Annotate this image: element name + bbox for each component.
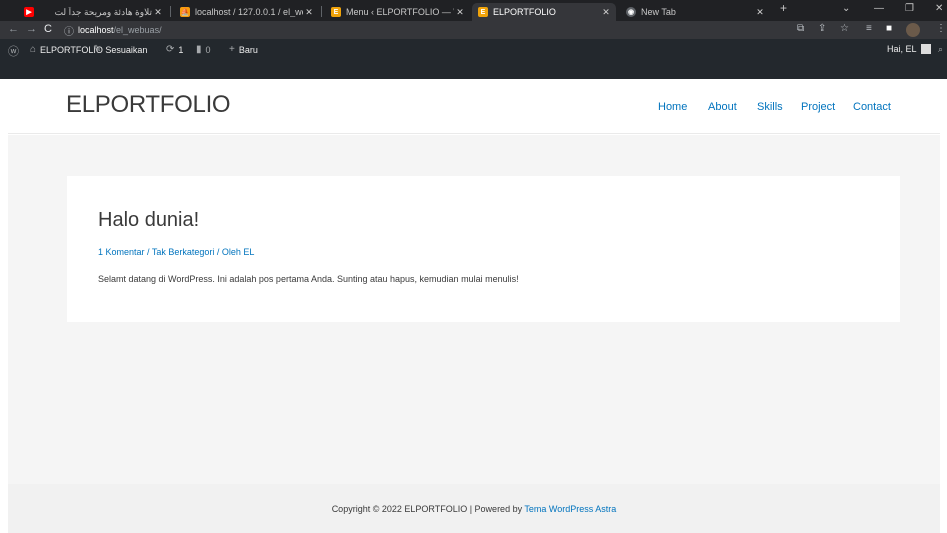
- translate-icon[interactable]: ⧉: [797, 23, 804, 34]
- share-icon[interactable]: ⇪: [818, 23, 826, 34]
- menu-item-skills[interactable]: Skills: [757, 101, 783, 113]
- info-icon[interactable]: ⓘ: [64, 23, 74, 38]
- tab-title: تلاوة هادئة ومريحة جداً لت: [54, 6, 152, 17]
- greeting-label: Hai, EL: [887, 44, 917, 54]
- tab-title: New Tab: [641, 7, 676, 17]
- close-icon[interactable]: ✕: [600, 7, 612, 18]
- chevron-down-icon[interactable]: ⌄: [842, 3, 850, 14]
- post-card: Halo dunia! 1 Komentar / Tak Berkategori…: [67, 176, 900, 322]
- close-icon[interactable]: ✕: [303, 7, 315, 18]
- customize-link[interactable]: ✎ Sesuaikan: [93, 44, 147, 55]
- tab-title: localhost / 127.0.0.1 / el_web: [195, 7, 303, 17]
- dashboard-icon: ⌂: [30, 44, 37, 55]
- account-menu[interactable]: Hai, EL: [887, 44, 931, 54]
- menu-item-home[interactable]: Home: [658, 101, 687, 113]
- url-field[interactable]: localhost/el_webuas/: [78, 23, 768, 37]
- window-close-icon[interactable]: ✕: [935, 3, 943, 14]
- url-path: /el_webuas/: [113, 25, 162, 35]
- reload-icon[interactable]: C: [44, 23, 52, 35]
- close-icon[interactable]: ✕: [152, 7, 164, 18]
- updates-count: 1: [178, 44, 184, 55]
- address-bar: ← → C ⓘ localhost/el_webuas/ ⧉ ⇪ ☆ ≡ ■ ⋮: [0, 21, 947, 39]
- site-footer: Copyright © 2022 ELPORTFOLIO | Powered b…: [8, 484, 940, 533]
- forward-icon[interactable]: →: [26, 23, 37, 35]
- menu-item-about[interactable]: About: [708, 101, 737, 113]
- minimize-icon[interactable]: —: [874, 3, 884, 14]
- close-icon[interactable]: ✕: [754, 7, 766, 18]
- url-host: localhost: [78, 25, 114, 35]
- footer-copyright: Copyright © 2022 ELPORTFOLIO | Powered b…: [8, 504, 940, 514]
- comment-icon: ▮: [196, 44, 202, 55]
- admin-site-name[interactable]: ⌂ ELPORTFOLIO: [30, 44, 103, 55]
- new-content-link[interactable]: + Baru: [229, 44, 258, 55]
- youtube-icon: ▶: [24, 7, 34, 17]
- site-icon: E: [478, 7, 488, 17]
- post-meta[interactable]: 1 Komentar / Tak Berkategori / Oleh EL: [98, 247, 254, 257]
- post-body: Selamt datang di WordPress. Ini adalah p…: [98, 274, 519, 284]
- footer-theme-link[interactable]: Tema WordPress Astra: [524, 504, 616, 514]
- brush-icon: ✎: [93, 44, 102, 55]
- wordpress-logo-icon[interactable]: ⓦ: [8, 43, 19, 59]
- wp-admin-bar: ⓦ ⌂ ELPORTFOLIO ✎ Sesuaikan ⟳ 1 ▮ 0 + Ba…: [0, 39, 947, 79]
- restore-icon[interactable]: ❐: [905, 3, 914, 14]
- sidepanel-icon[interactable]: ■: [886, 23, 892, 34]
- comments-count: 0: [205, 44, 211, 55]
- browser-tab[interactable]: E Menu ‹ ELPORTFOLIO — Wo ✕: [325, 3, 470, 21]
- browser-tab[interactable]: ◉ New Tab ✕: [620, 3, 770, 21]
- chrome-icon: ◉: [626, 7, 636, 17]
- post-title[interactable]: Halo dunia!: [98, 209, 199, 232]
- menu-item-project[interactable]: Project: [801, 101, 835, 113]
- search-icon[interactable]: ⌕: [938, 44, 943, 55]
- updates-link[interactable]: ⟳ 1: [166, 44, 183, 55]
- site-icon: E: [331, 7, 341, 17]
- plus-icon: +: [229, 44, 235, 55]
- customize-label: Sesuaikan: [105, 44, 148, 55]
- new-label: Baru: [238, 44, 258, 55]
- browser-tab[interactable]: ⛵ localhost / 127.0.0.1 / el_web ✕: [174, 3, 319, 21]
- menu-item-contact[interactable]: Contact: [853, 101, 891, 113]
- site-header: ELPORTFOLIO Home About Skills Project Co…: [8, 79, 940, 134]
- more-icon[interactable]: ⋮: [936, 23, 946, 34]
- comments-link[interactable]: ▮ 0: [196, 44, 211, 55]
- browser-tab[interactable]: ▶ تلاوة هادئة ومريحة جداً لت ✕: [18, 3, 168, 21]
- browser-tab-active[interactable]: E ELPORTFOLIO ✕: [472, 3, 616, 21]
- avatar: [920, 44, 931, 54]
- new-tab-button[interactable]: +: [780, 1, 787, 15]
- star-icon[interactable]: ☆: [840, 23, 849, 34]
- back-icon[interactable]: ←: [8, 23, 19, 35]
- footer-prefix: Copyright © 2022 ELPORTFOLIO | Powered b…: [331, 504, 525, 514]
- tab-title: ELPORTFOLIO: [493, 7, 556, 17]
- site-title[interactable]: ELPORTFOLIO: [66, 91, 231, 119]
- updates-icon: ⟳: [166, 44, 175, 55]
- profile-avatar-icon[interactable]: [906, 23, 920, 37]
- phpmyadmin-icon: ⛵: [180, 7, 190, 17]
- reading-list-icon[interactable]: ≡: [866, 23, 872, 34]
- tab-title: Menu ‹ ELPORTFOLIO — Wo: [346, 7, 454, 17]
- browser-tab-strip: ▶ تلاوة هادئة ومريحة جداً لت ✕ ⛵ localho…: [0, 0, 947, 21]
- close-icon[interactable]: ✕: [454, 7, 466, 18]
